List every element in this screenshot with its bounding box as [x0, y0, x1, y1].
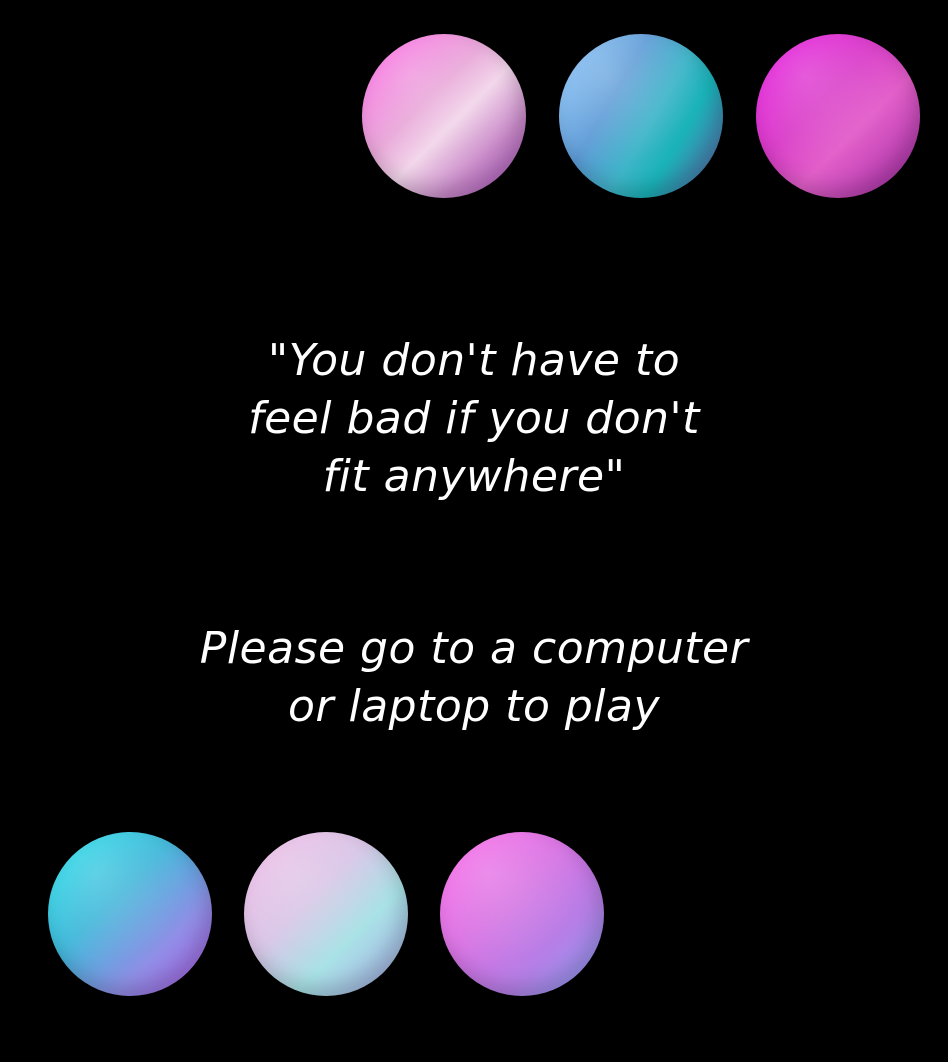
device-notice: Please go to a computer or laptop to pla… [0, 620, 948, 736]
quote-line: fit anywhere" [322, 451, 626, 502]
magenta-orb [756, 34, 920, 198]
pastel-orb [244, 832, 408, 996]
quote-text: "You don't have to feel bad if you don't… [0, 332, 948, 506]
pink-blue-orb [440, 832, 604, 996]
quote-line: feel bad if you don't [248, 393, 700, 444]
pink-orb [362, 34, 526, 198]
quote-line: "You don't have to [267, 335, 681, 386]
notice-line: or laptop to play [287, 681, 660, 732]
notice-line: Please go to a computer [199, 623, 749, 674]
blue-teal-orb [559, 34, 723, 198]
cyan-violet-orb [48, 832, 212, 996]
